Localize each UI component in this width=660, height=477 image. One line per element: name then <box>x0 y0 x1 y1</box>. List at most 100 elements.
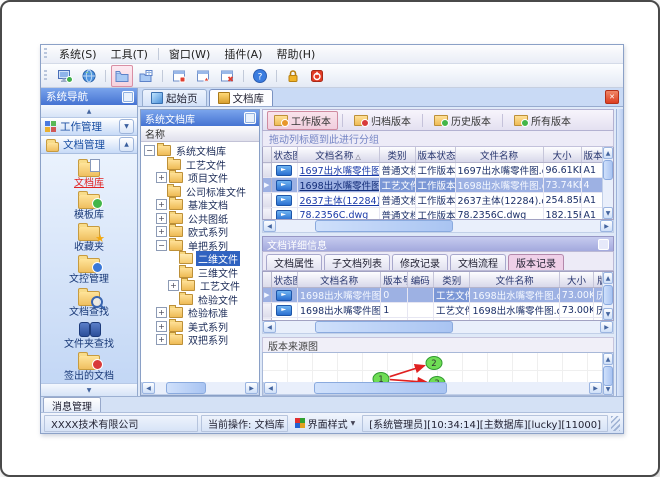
scroll-down-arrow[interactable]: ▼ <box>603 207 613 219</box>
tree-node[interactable]: 工艺文件 <box>141 156 259 172</box>
chevron-up-icon[interactable]: ▲ <box>119 137 134 152</box>
chevron-down-icon[interactable]: ▼ <box>119 119 134 134</box>
resize-grip[interactable] <box>611 415 620 431</box>
menu-item[interactable]: 工具(T) <box>104 45 155 63</box>
cell-name[interactable]: 2637主体(12284).dwg <box>297 192 380 208</box>
scroll-left-arrow[interactable]: ◀ <box>263 220 276 232</box>
scroll-thumb[interactable] <box>603 366 613 386</box>
menu-item[interactable]: 系统(S) <box>52 45 104 63</box>
scroll-track[interactable] <box>276 220 600 232</box>
scroll-track[interactable] <box>277 382 589 394</box>
column-header[interactable]: 状态图 <box>271 147 298 163</box>
expand-icon[interactable]: + <box>156 334 167 346</box>
tree-node[interactable]: + 检验标准 <box>141 305 259 320</box>
column-header[interactable]: 版本号 <box>581 147 604 163</box>
expand-icon[interactable]: + <box>156 199 167 211</box>
expand-icon[interactable]: + <box>168 280 179 292</box>
tree-node[interactable]: 二维文件 <box>141 251 259 267</box>
scroll-thumb[interactable] <box>603 285 613 305</box>
table-row[interactable]: 2637主体(12284).dwg普通文档工作版本2637主体(12284).d… <box>263 192 613 208</box>
column-header[interactable]: 文件名称 <box>469 272 560 288</box>
collapse-icon[interactable]: − <box>144 145 155 157</box>
sidebar-item-doc-search[interactable]: 文档查找 <box>41 287 137 319</box>
collapse-icon[interactable]: − <box>156 239 167 251</box>
table-vertical-scrollbar[interactable]: ▲ ▼ <box>602 272 613 320</box>
sidebar-item-template-library[interactable]: 模板库 <box>41 190 137 222</box>
sidebar-scroll-down[interactable]: ▼ <box>41 383 137 396</box>
column-header[interactable]: 文档名称 △ <box>297 147 380 163</box>
expand-icon[interactable]: + <box>156 320 167 332</box>
tree-node[interactable]: + 美式系列 <box>141 318 259 334</box>
message-management-tab[interactable]: 消息管理 <box>43 397 101 413</box>
scroll-track[interactable] <box>276 321 600 333</box>
tree-node[interactable]: + 欧式系列 <box>141 224 259 239</box>
tree-node[interactable]: 三维文件 <box>141 264 259 280</box>
pin-icon[interactable] <box>122 90 134 103</box>
document-library-icon[interactable] <box>111 64 133 87</box>
table-row[interactable]: ▶1698出水嘴零件图.dwg工艺文件工作版本1698出水嘴零件图.dwg73.… <box>263 177 613 193</box>
scroll-right-arrow[interactable]: ▶ <box>600 220 613 232</box>
graph-vertical-scrollbar[interactable]: ▲ ▼ <box>602 353 613 395</box>
table-horizontal-scrollbar[interactable]: ◀ ▶ <box>262 321 614 334</box>
column-header[interactable]: 类别 <box>379 147 416 163</box>
tree-horizontal-scrollbar[interactable]: ◀ ▶ <box>141 382 259 395</box>
version-button-0[interactable]: 工作版本 <box>267 110 338 130</box>
close-window-icon[interactable] <box>216 65 238 87</box>
sidebar-section-work-management[interactable]: 工作管理 ▼ <box>41 118 137 136</box>
graph-horizontal-scrollbar[interactable]: ◀ ▶ <box>263 382 603 395</box>
scroll-thumb[interactable] <box>314 321 453 333</box>
table-row[interactable]: 1697出水嘴零件图.dwg普通文档工作版本1697出水嘴零件图.dwg96.6… <box>263 162 613 178</box>
scroll-left-arrow[interactable]: ◀ <box>142 382 155 394</box>
exit-icon[interactable] <box>306 65 328 87</box>
new-window-icon[interactable] <box>168 65 190 87</box>
detail-tab[interactable]: 修改记录 <box>392 254 448 270</box>
table-horizontal-scrollbar[interactable]: ◀ ▶ <box>262 220 614 233</box>
pin-icon[interactable] <box>244 112 256 124</box>
detail-tab[interactable]: 子文档列表 <box>324 254 390 270</box>
scroll-up-arrow[interactable]: ▲ <box>603 353 613 365</box>
table-row[interactable]: ▶1698出水嘴零件图.dwg0工艺文件1698出水嘴零件图.dwg73.00K… <box>263 287 613 303</box>
network-icon[interactable] <box>78 65 100 87</box>
tree-node[interactable]: 检验文件 <box>141 291 259 307</box>
cell-name[interactable]: 1698出水嘴零件图.dwg <box>297 177 380 193</box>
table-row[interactable]: 78.2356C.dwg普通文档工作版本78.2356C.dwg182.15KB… <box>263 207 613 219</box>
table-vertical-scrollbar[interactable]: ▲ ▼ <box>602 147 613 219</box>
menu-item[interactable]: 帮助(H) <box>269 45 322 63</box>
tree-node[interactable]: + 工艺文件 <box>141 278 259 293</box>
tab-document-library[interactable]: 文档库 <box>208 89 273 106</box>
tree-column-header[interactable]: 名称 <box>141 126 259 142</box>
desktop-icon[interactable] <box>54 65 76 87</box>
scroll-right-arrow[interactable]: ▶ <box>600 321 613 333</box>
tree-node[interactable]: − 单把系列 <box>141 237 259 253</box>
library-view-icon[interactable] <box>135 65 157 87</box>
scroll-up-arrow[interactable]: ▲ <box>603 147 613 159</box>
menu-item[interactable]: 插件(A) <box>217 45 269 63</box>
version-button-2[interactable]: 历史版本 <box>427 111 498 130</box>
column-header[interactable]: 编码 <box>407 272 434 288</box>
column-header[interactable]: 大小 <box>543 147 582 163</box>
scroll-left-arrow[interactable]: ◀ <box>263 321 276 333</box>
sidebar-item-folder-search[interactable]: 文件夹查找 <box>41 319 137 351</box>
scroll-down-arrow[interactable]: ▼ <box>603 308 613 320</box>
version-button-1[interactable]: 归档版本 <box>347 111 418 130</box>
tree-node[interactable]: 公司标准文件 <box>141 183 259 199</box>
expand-icon[interactable]: + <box>156 172 167 184</box>
scroll-right-arrow[interactable]: ▶ <box>245 382 258 394</box>
tab-start-page[interactable]: 起始页 <box>142 89 207 106</box>
scroll-thumb[interactable] <box>314 382 448 394</box>
sidebar-item-doc-control[interactable]: 文控管理 <box>41 254 137 286</box>
scroll-right-arrow[interactable]: ▶ <box>589 382 602 394</box>
close-tab-button[interactable]: ✕ <box>605 90 619 104</box>
scroll-left-arrow[interactable]: ◀ <box>264 382 277 394</box>
scroll-track[interactable] <box>603 284 613 308</box>
scroll-track[interactable] <box>603 365 613 386</box>
scroll-thumb[interactable] <box>603 160 613 180</box>
sidebar-item-checked-out[interactable]: 签出的文档 <box>41 351 137 383</box>
expand-icon[interactable]: + <box>156 226 167 238</box>
lock-icon[interactable] <box>282 65 304 87</box>
sidebar-item-doc-library[interactable]: 文档库 <box>41 158 137 190</box>
tree-node[interactable]: + 基准文档 <box>141 197 259 212</box>
version-button-3[interactable]: 所有版本 <box>507 111 578 130</box>
scroll-track[interactable] <box>155 382 245 394</box>
column-header[interactable]: 文件名称 <box>455 147 544 163</box>
